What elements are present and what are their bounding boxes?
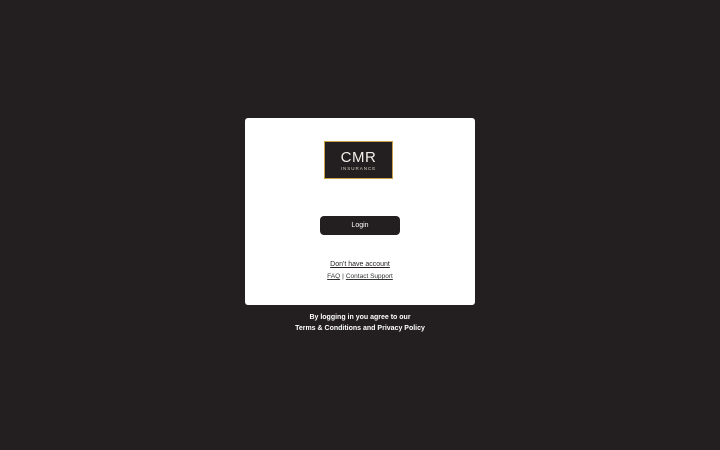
help-links: FAQ | Contact Support [245,273,475,280]
privacy-policy-link[interactable]: Privacy Policy [377,325,424,332]
login-card: CMR INSURANCE Login Don't have account F… [245,118,475,305]
login-button[interactable]: Login [320,216,400,235]
faq-link[interactable]: FAQ [327,273,340,280]
logo-wordmark: CMR [340,149,377,166]
terms-conditions-link[interactable]: Terms & Conditions [295,325,361,332]
dont-have-account-link[interactable]: Don't have account [245,261,475,268]
logo-subtitle: INSURANCE [340,166,377,171]
link-separator: | [342,273,344,280]
legal-and-text: and [363,325,376,332]
legal-links-line: Terms & Conditions and Privacy Policy [0,323,720,334]
legal-intro-text: By logging in you agree to our [309,314,411,321]
cmr-insurance-logo: CMR INSURANCE [324,141,393,179]
contact-support-link[interactable]: Contact Support [346,273,393,280]
legal-footer: By logging in you agree to our Terms & C… [0,312,720,334]
